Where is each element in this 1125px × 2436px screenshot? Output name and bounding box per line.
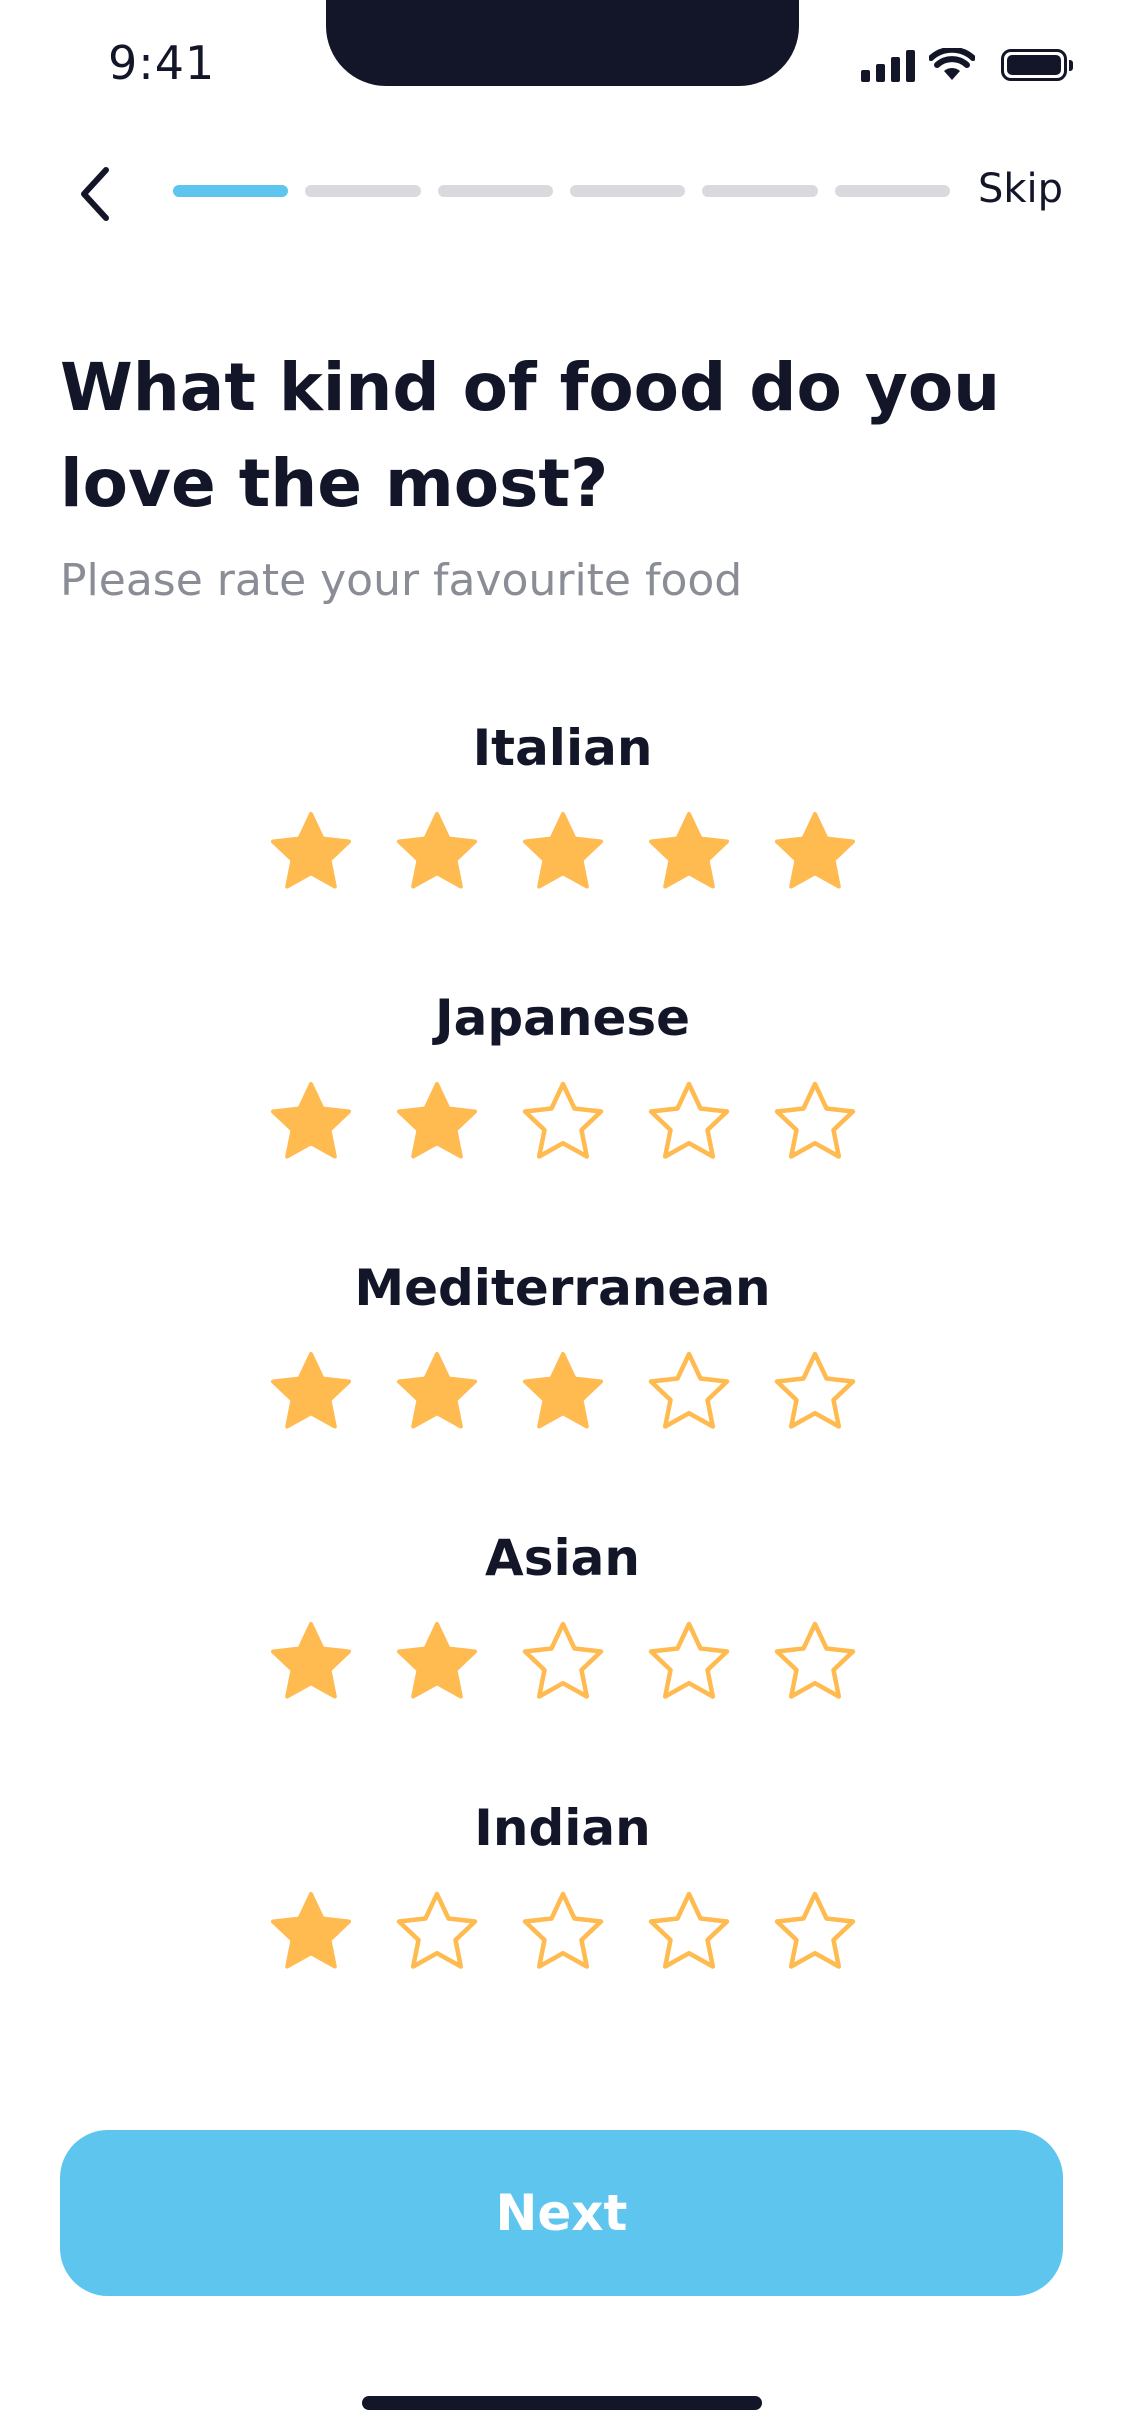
star-filled-icon[interactable] <box>263 1616 359 1712</box>
star-filled-icon[interactable] <box>263 1076 359 1172</box>
progress-segment <box>702 185 818 197</box>
rating-label: Italian <box>472 719 653 777</box>
rating-row: Japanese <box>0 978 1125 1248</box>
star-outline-icon[interactable] <box>641 1886 737 1982</box>
star-outline-icon[interactable] <box>767 1346 863 1442</box>
home-indicator <box>362 2396 762 2410</box>
chevron-left-icon <box>81 167 109 221</box>
star-outline-icon[interactable] <box>641 1616 737 1712</box>
star-outline-icon[interactable] <box>641 1346 737 1442</box>
next-button[interactable]: Next <box>60 2130 1063 2296</box>
rating-row: Mediterranean <box>0 1248 1125 1518</box>
star-filled-icon[interactable] <box>767 806 863 902</box>
star-outline-icon[interactable] <box>767 1616 863 1712</box>
progress-segment <box>173 185 289 197</box>
star-filled-icon[interactable] <box>389 1346 485 1442</box>
star-filled-icon[interactable] <box>389 1616 485 1712</box>
star-filled-icon[interactable] <box>641 806 737 902</box>
star-filled-icon[interactable] <box>389 806 485 902</box>
star-outline-icon[interactable] <box>515 1616 611 1712</box>
star-outline-icon[interactable] <box>515 1886 611 1982</box>
star-rating <box>263 1346 863 1442</box>
star-filled-icon[interactable] <box>515 1346 611 1442</box>
star-filled-icon[interactable] <box>389 1076 485 1172</box>
food-ratings-list: Italian Japanese Mediterranean Asian Indian <box>0 708 1125 2058</box>
wifi-icon <box>929 48 975 80</box>
progress-segment <box>834 185 950 197</box>
page-title: What kind of food do you love the most? <box>60 349 1001 522</box>
skip-button[interactable]: Skip <box>978 166 1063 212</box>
star-outline-icon[interactable] <box>515 1076 611 1172</box>
star-filled-icon[interactable] <box>263 1886 359 1982</box>
progress-segment <box>569 185 686 197</box>
rating-label: Mediterranean <box>354 1259 771 1317</box>
rating-label: Asian <box>485 1529 640 1587</box>
onboarding-progress <box>173 185 950 197</box>
star-outline-icon[interactable] <box>389 1886 485 1982</box>
page-subtitle: Please rate your favourite food <box>60 555 743 606</box>
star-filled-icon[interactable] <box>263 806 359 902</box>
star-rating <box>263 1886 863 1982</box>
star-outline-icon[interactable] <box>767 1886 863 1982</box>
rating-row: Italian <box>0 708 1125 978</box>
rating-label: Indian <box>474 1799 651 1857</box>
star-rating <box>263 1616 863 1712</box>
cellular-signal-icon <box>861 48 915 82</box>
progress-segment <box>437 185 553 197</box>
rating-row: Indian <box>0 1788 1125 2058</box>
rating-row: Asian <box>0 1518 1125 1788</box>
status-icons <box>861 48 1073 82</box>
star-outline-icon[interactable] <box>641 1076 737 1172</box>
star-filled-icon[interactable] <box>263 1346 359 1442</box>
rating-label: Japanese <box>434 989 691 1047</box>
star-rating <box>263 1076 863 1172</box>
device-notch <box>326 0 799 86</box>
progress-segment <box>305 185 421 197</box>
star-rating <box>263 806 863 902</box>
battery-icon <box>1001 49 1073 81</box>
back-button[interactable] <box>62 162 126 226</box>
star-outline-icon[interactable] <box>767 1076 863 1172</box>
status-time: 9:41 <box>108 36 216 90</box>
star-filled-icon[interactable] <box>515 806 611 902</box>
